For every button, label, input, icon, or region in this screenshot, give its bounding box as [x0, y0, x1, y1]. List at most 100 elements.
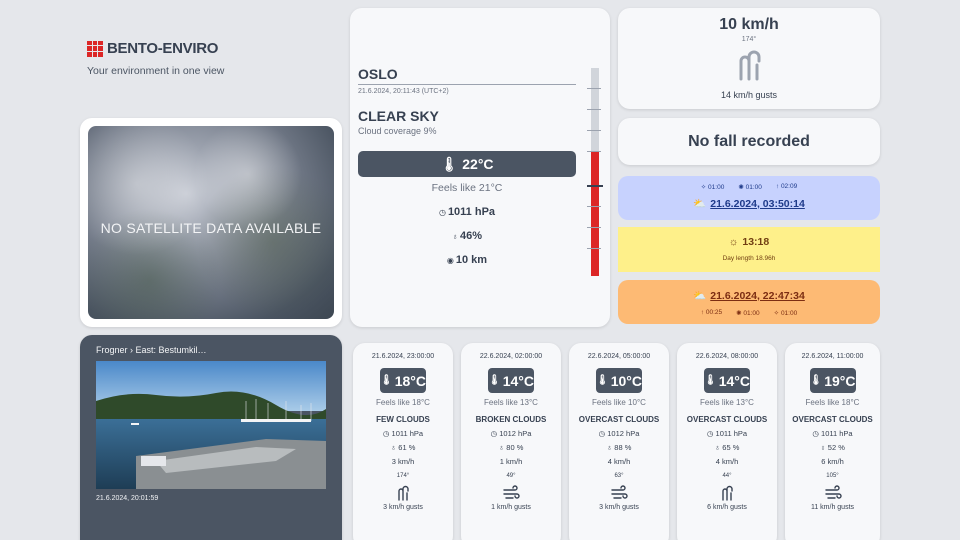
forecast-wind: 4 km/h [607, 457, 631, 466]
forecast-wind-direction: 44° [722, 473, 732, 479]
satellite-message: NO SATELLITE DATA AVAILABLE [100, 220, 322, 236]
thermometer-tick [587, 130, 601, 131]
satellite-image: NO SATELLITE DATA AVAILABLE [88, 126, 334, 319]
brand-logo: BENTO-ENVIRO [87, 40, 224, 57]
sunrise-time: 21.6.2024, 03:50:14 [710, 197, 805, 210]
sun-small-icon: ✺ [738, 184, 744, 191]
sunrise-row: ⛅ 21.6.2024, 03:50:14 [618, 197, 880, 211]
forecast-pressure: ◷ 1011 hPa [382, 429, 424, 438]
brand: BENTO-ENVIRO Your environment in one vie… [87, 40, 224, 77]
forecast-feels-like: Feels like 13°C [484, 398, 538, 407]
forecast-temp: 10°C [610, 372, 642, 389]
webcam-card[interactable]: Frogner › East: Bestumkil… 21.6.2024, 20… [80, 335, 342, 540]
forecast-gusts: 3 km/h gusts [599, 504, 639, 511]
twilight-icon: ✧ [773, 310, 780, 317]
eye-icon: ◉ [446, 256, 454, 265]
sunrise-icon: ⛅ [693, 198, 707, 210]
sun-icon: ☼ [728, 236, 739, 248]
humidity-icon: ♁ [820, 443, 826, 452]
twilight-time: 01:00 [780, 310, 798, 317]
gauge-icon: ◷ [706, 429, 714, 438]
forecast-gusts: 11 km/h gusts [810, 504, 855, 511]
forecast-card: 22.6.2024, 11:00:00 🌡 19°C Feels like 18°C O… [785, 343, 880, 540]
feels-like: Feels like 21°C [431, 182, 503, 194]
forecast-temperature-badge: 🌡 14°C [488, 368, 534, 393]
wind-icon [785, 483, 880, 501]
forecast-wind: 6 km/h [821, 457, 844, 466]
thermometer-tick [587, 109, 601, 110]
humidity-icon: ♁ [390, 443, 397, 452]
thermometer-icon: 🌡 [440, 155, 459, 172]
sky-condition: CLEAR SKY [358, 108, 439, 124]
forecast-temp: 19°C [824, 372, 856, 389]
forecast-description: BROKEN CLOUDS [475, 415, 547, 424]
forecast-card: 22.6.2024, 08:00:00 🌡 14°C Feels like 13°C O… [677, 343, 777, 540]
forecast-temp: 14°C [502, 372, 534, 389]
webcam-image[interactable] [96, 361, 326, 489]
forecast-card: 22.6.2024, 02:00:00 🌡 14°C Feels like 13°C B… [461, 343, 561, 540]
forecast-gusts: 1 km/h gusts [491, 504, 531, 511]
day-length-card: ☼ 13:18 Day length 18.96h [618, 227, 880, 272]
sunset-card: ⛅ 21.6.2024, 22:47:34 ↑ 00:25 ✺ 01:00 ✧ … [618, 280, 880, 324]
webcam-timestamp: 21.6.2024, 20:01:59 [96, 495, 159, 502]
arrow-up-icon: ↑ [775, 183, 780, 190]
forecast-time: 21.6.2024, 23:00:00 [371, 353, 435, 360]
temperature-badge: 🌡 22°C [358, 151, 576, 177]
forecast-time: 22.6.2024, 05:00:00 [587, 353, 651, 360]
brand-name: BENTO-ENVIRO [107, 40, 219, 57]
thermometer-fill [591, 151, 599, 276]
twilight-time: 02:09 [780, 183, 798, 190]
sunrise-twilight-row: ✧ 01:00 ✺ 01:00 ↑ 02:09 [618, 183, 880, 191]
cloud-coverage: Cloud coverage 9% [358, 126, 437, 136]
humidity-icon: ♁ [714, 443, 721, 452]
sunset-time: 21.6.2024, 22:47:34 [710, 289, 805, 302]
forecast-time: 22.6.2024, 08:00:00 [695, 353, 759, 360]
thermometer-tick [587, 151, 601, 152]
sunset-icon: ⛅ [693, 290, 707, 302]
forecast-description: OVERCAST CLOUDS [792, 415, 873, 424]
day-length: Day length 18.96h [722, 255, 776, 262]
humidity-value: 46% [459, 230, 483, 242]
forecast-card: 22.6.2024, 05:00:00 🌡 10°C Feels like 10°C O… [569, 343, 669, 540]
precipitation-card: No fall recorded [618, 118, 880, 165]
wind-icon [677, 483, 777, 501]
twilight-time: 00:25 [705, 309, 723, 316]
thermometer-icon: 🌡 [704, 375, 717, 386]
forecast-wind-direction: 105° [826, 473, 839, 479]
solar-noon: 13:18 [742, 236, 770, 248]
twilight-time: 01:00 [745, 184, 762, 191]
forecast-feels-like: Feels like 18°C [805, 398, 860, 407]
sun-small-icon: ✺ [736, 310, 742, 317]
current-datetime: 21.6.2024, 20:11:43 (UTC+2) [358, 88, 449, 95]
gauge-icon: ◷ [382, 429, 390, 438]
thermometer-tick [587, 227, 601, 228]
wind-icon [739, 50, 761, 81]
visibility-stat: ◉ 10 km [358, 254, 576, 266]
forecast-pressure: ◷ 1011 hPa [706, 429, 748, 438]
thermometer-tick [587, 88, 601, 89]
gauge-icon: ◷ [490, 429, 498, 438]
forecast-wind: 1 km/h [499, 457, 523, 466]
forecast-feels-like: Feels like 10°C [592, 398, 646, 407]
humidity-icon: ♁ [606, 443, 613, 452]
forecast-description: FEW CLOUDS [376, 415, 430, 424]
thermometer-tick [587, 248, 601, 249]
wind-icon [353, 483, 453, 501]
sunset-row: ⛅ 21.6.2024, 22:47:34 [618, 289, 880, 303]
forecast-wind-direction: 49° [506, 473, 516, 479]
wind-icon [569, 483, 669, 501]
pressure-value: 1011 hPa [447, 206, 496, 218]
forecast-humidity: ♁ 88 % [606, 443, 632, 452]
forecast-temp: 14°C [718, 372, 750, 389]
forecast-temp: 18°C [394, 372, 426, 389]
thermometer-bar [591, 68, 599, 276]
wind-gusts: 14 km/h gusts [720, 90, 778, 100]
forecast-humidity: ♁ 61 % [390, 443, 416, 452]
wind-speed: 10 km/h [719, 16, 779, 33]
forecast-pressure: ◷ 1012 hPa [490, 429, 532, 438]
forecast-wind: 3 km/h [391, 457, 415, 466]
forecast-humidity: ♁ 52 % [820, 443, 845, 452]
forecast-humidity: ♁ 80 % [498, 443, 524, 452]
city-name: OSLO [358, 66, 576, 85]
thermometer-icon: 🌡 [488, 375, 501, 386]
